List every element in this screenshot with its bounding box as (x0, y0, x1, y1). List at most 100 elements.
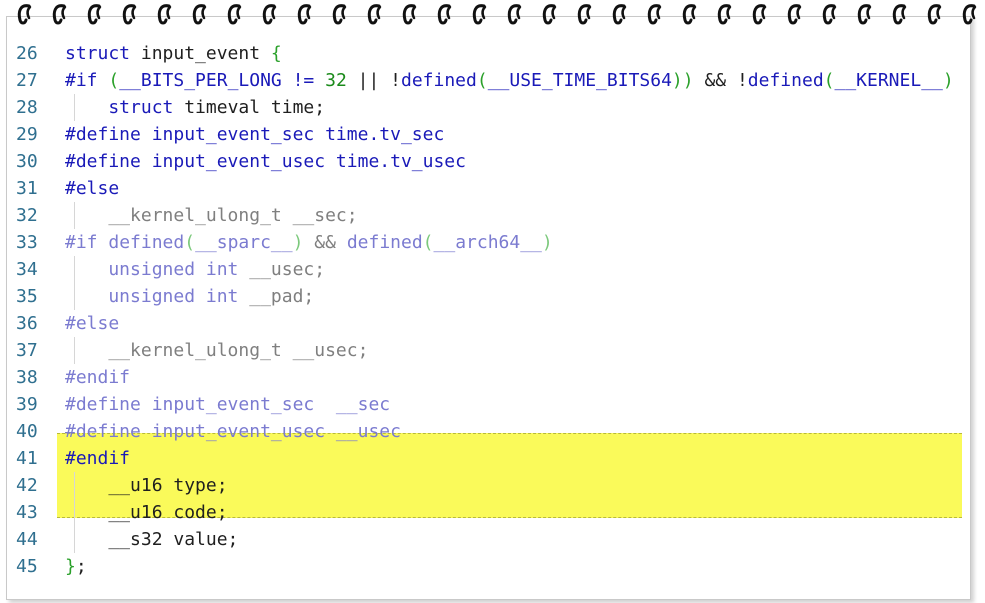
code-token: defined (400, 70, 477, 91)
code-text: unsigned int __usec; (65, 256, 325, 283)
line-number: 44 (16, 529, 38, 550)
binding-ring-icon (402, 4, 417, 25)
code-line: 35 unsigned int __pad; (7, 283, 969, 310)
line-number: 41 (16, 448, 38, 469)
code-token: __pad; (249, 286, 315, 307)
code-token: timeval time; (184, 97, 326, 118)
code-token: ( (108, 70, 120, 91)
binding-ring-icon (262, 4, 277, 25)
binding-ring-icon (227, 4, 242, 25)
code-token: #endif (65, 367, 131, 388)
code-text: #else (65, 175, 119, 202)
code-line: 26 struct input_event { (7, 40, 969, 67)
line-number: 39 (16, 394, 38, 415)
code-token: ( (422, 232, 434, 253)
code-token: ) (942, 70, 954, 91)
code-token: __KERNEL__ (834, 70, 943, 91)
binding-ring-icon (682, 4, 697, 25)
binding-ring-icon (507, 4, 522, 25)
code-token: input_event_sec time.tv_sec (151, 124, 445, 145)
code-line: 36 #else (7, 310, 969, 337)
code-token: __u16 code; (65, 502, 228, 523)
code-line: 31 #else (7, 175, 969, 202)
code-token: ) (541, 232, 553, 253)
code-token: ) (292, 232, 304, 253)
line-number: 37 (16, 340, 38, 361)
code-token: unsigned int (65, 286, 250, 307)
code-line: 34 unsigned int __usec; (7, 256, 969, 283)
code-text: struct timeval time; (65, 94, 325, 121)
line-number: 28 (16, 97, 38, 118)
code-text: }; (65, 553, 87, 580)
code-token: && ! (693, 70, 748, 91)
binding-ring-icon (192, 4, 207, 25)
code-token: #else (65, 313, 120, 334)
code-token: #define (65, 421, 152, 442)
line-number: 30 (16, 151, 38, 172)
code-text: __u16 code; (65, 499, 228, 526)
line-number: 29 (16, 124, 38, 145)
code-line: 28 struct timeval time; (7, 94, 969, 121)
code-token: input_event_usec __usec (151, 421, 401, 442)
binding-ring-icon (332, 4, 347, 25)
code-line: 43 __u16 code; (7, 499, 969, 526)
code-token: __sparc__ (195, 232, 293, 253)
code-token: #define (65, 124, 152, 145)
binding-ring-icon (822, 4, 837, 25)
code-line: 38 #endif (7, 364, 969, 391)
code-token: unsigned int (65, 259, 250, 280)
code-line: 33 #if defined(__sparc__) && defined(__ar… (7, 229, 969, 256)
binding-ring-icon (717, 4, 732, 25)
code-token: __kernel_ulong_t __usec; (65, 340, 369, 361)
code-token: #if (65, 70, 109, 91)
code-token: #endif (65, 448, 131, 469)
code-token: defined (747, 70, 824, 91)
binding-ring-icon (542, 4, 557, 25)
code-token: } (65, 556, 76, 577)
binding-ring-icon (612, 4, 627, 25)
code-token: ( (184, 232, 196, 253)
line-number: 35 (16, 286, 38, 307)
code-token: __kernel_ulong_t __sec; (65, 205, 358, 226)
code-token: #else (65, 178, 120, 199)
code-line: 42 __u16 type; (7, 472, 969, 499)
line-number: 34 (16, 259, 38, 280)
code-token: __s32 value; (65, 529, 239, 550)
line-number: 45 (16, 556, 38, 577)
line-number: 42 (16, 475, 38, 496)
line-number: 33 (16, 232, 38, 253)
code-token: || ! (346, 70, 401, 91)
code-text: __s32 value; (65, 526, 238, 553)
binding-ring-icon (577, 4, 592, 25)
code-snippet-page: 26 struct input_event {27 #if (__BITS_PER_… (0, 0, 985, 603)
code-line: 32 __kernel_ulong_t __sec; (7, 202, 969, 229)
binding-ring-icon (437, 4, 452, 25)
code-token: #define (65, 394, 152, 415)
code-text: #if (__BITS_PER_LONG != 32 || !defined(_… (65, 67, 954, 94)
code-token: #if (65, 232, 109, 253)
code-text: #endif (65, 364, 130, 391)
code-text: #define input_event_sec time.tv_sec (65, 121, 444, 148)
line-number: 40 (16, 421, 38, 442)
code-text: #if defined(__sparc__) && defined(__arch… (65, 229, 553, 256)
code-token: input_event_sec __sec (151, 394, 391, 415)
binding-ring-icon (157, 4, 172, 25)
code-text: unsigned int __pad; (65, 283, 314, 310)
code-line: 40 #define input_event_usec __usec (7, 418, 969, 445)
code-token: ( (823, 70, 835, 91)
spiral-binding (0, 0, 985, 34)
binding-ring-icon (892, 4, 907, 25)
binding-ring-icon (647, 4, 662, 25)
code-text: struct input_event { (65, 40, 282, 67)
code-token: __u16 type; (65, 475, 228, 496)
binding-ring-icon (752, 4, 767, 25)
code-token: && (303, 232, 347, 253)
binding-ring-icon (927, 4, 942, 25)
code-token: struct (65, 43, 141, 64)
code-line: 41 #endif (7, 445, 969, 472)
code-token: 32 (325, 70, 347, 91)
code-text: __kernel_ulong_t __sec; (65, 202, 358, 229)
code-token: defined (108, 232, 185, 253)
line-number: 26 (16, 43, 38, 64)
code-token: #define (65, 151, 152, 172)
